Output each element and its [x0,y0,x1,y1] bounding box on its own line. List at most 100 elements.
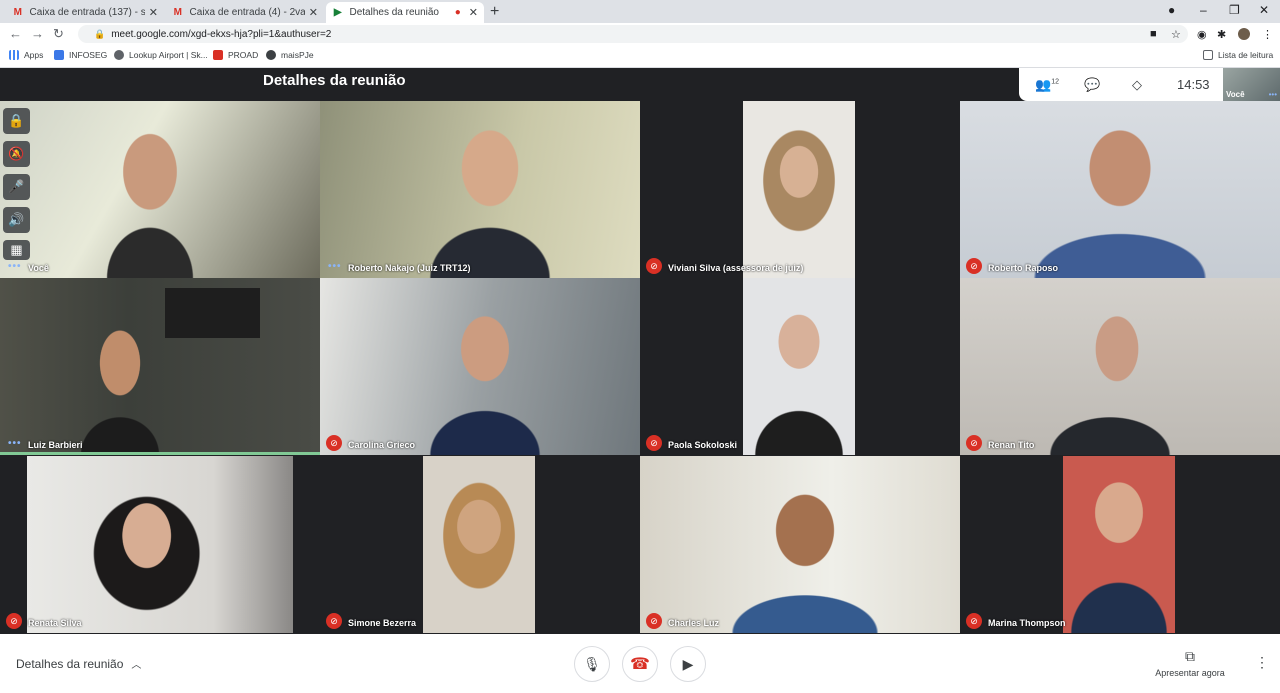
activities-icon[interactable]: ◇ [1132,77,1142,93]
notifications-off-icon[interactable]: 🔕 [3,141,30,167]
participant-count: 12 [1051,78,1059,86]
wall-poster [165,288,260,338]
mic-off-icon: ⊘ [326,613,342,629]
close-icon[interactable]: ✕ [469,6,478,19]
forward-icon[interactable]: → [31,26,44,41]
bookmark-label: INFOSEG [69,50,108,60]
participant-tile[interactable]: ⊘ Marina Thompson [960,456,1280,633]
url-input[interactable]: 🔒 meet.google.com/xgd-ekxs-hja?pli=1&aut… [78,25,1188,43]
present-label: Apresentar agora [1155,668,1225,678]
participant-name: Roberto Nakajo (Juiz TRT12) [348,263,471,273]
meet-top-bar: 👥12 💬 ◇ 14:53 [1019,68,1224,101]
bookmark-star-icon[interactable]: ☆ [1171,28,1181,41]
participant-video [95,101,205,278]
mic-off-icon: ⊘ [646,258,662,274]
reading-list[interactable]: Lista de leitura [1203,50,1273,60]
bookmark-proad[interactable]: PROAD [213,50,258,60]
tab-gmail-1[interactable]: M Caixa de entrada (137) - sandro. ✕ [6,2,164,23]
hangup-button[interactable]: ☎ [622,646,658,682]
participant-tile[interactable]: ⊘ Simone Bezerra [320,456,640,633]
participant-tile[interactable]: ⊘ Charles Luz [640,456,960,633]
bookmark-infoseg[interactable]: INFOSEG [54,50,107,60]
new-tab-icon[interactable]: + [490,3,499,21]
close-icon[interactable]: ✕ [309,6,318,19]
participant-tile[interactable]: ⊘ Carolina Grieco [320,278,640,455]
audio-level-icon: ••• [328,261,342,272]
microphone-button[interactable]: 🎙 [574,646,610,682]
meeting-details-button[interactable]: Detalhes da reunião ︿ [16,656,141,671]
present-now-button[interactable]: ⧉ Apresentar agora [1150,648,1230,678]
chevron-up-icon: ︿ [131,660,142,671]
participant-tile[interactable]: ⊘ Paola Sokoloski [640,278,960,455]
participant-name: Você [28,263,49,273]
bookmarks-bar: Apps INFOSEG Lookup Airport | Sk... PROA… [0,45,1280,68]
participant-tile[interactable]: ⊘ Viviani Silva (assessora de juiz) [640,101,960,278]
participant-name: Marina Thompson [988,618,1066,628]
participant-video [65,278,175,455]
lock-icon: 🔒 [94,28,106,39]
reload-icon[interactable]: ↻ [53,26,64,42]
chat-icon[interactable]: 💬 [1084,77,1100,93]
reading-list-icon [1203,50,1213,60]
participant-name: Renan Tito [988,440,1035,450]
participant-name: Carolina Grieco [348,440,416,450]
participant-tile[interactable]: ⊘ Renata Silva [0,456,320,633]
self-view-thumbnail[interactable]: Você ••• [1223,68,1280,101]
more-options-icon[interactable]: ⋮ [1255,654,1269,671]
participant-name: Charles Luz [668,618,720,628]
mic-off-icon: ⊘ [966,435,982,451]
mic-off-icon: ⊘ [6,613,22,629]
menu-icon[interactable]: ⋮ [1262,28,1273,41]
close-icon[interactable]: ✕ [149,6,158,19]
reading-list-label: Lista de leitura [1218,50,1274,60]
participant-tile[interactable]: ••• Você [0,101,320,278]
bookmark-maispje[interactable]: maisPJe [266,50,314,60]
tab-gmail-2[interactable]: M Caixa de entrada (4) - 2vara_bqe ✕ [166,2,324,23]
close-window-icon[interactable]: ✕ [1259,3,1269,17]
bookmark-label: PROAD [228,50,259,60]
people-button[interactable]: 👥12 [1035,77,1059,93]
bookmark-lookup-airport[interactable]: Lookup Airport | Sk... [114,50,208,60]
bookmark-apps[interactable]: Apps [9,50,43,60]
camera-icon[interactable]: ■ [1150,28,1157,40]
microphone-icon: 🎙 [583,655,601,672]
apps-icon [9,50,19,60]
mic-off-icon: ⊘ [966,258,982,274]
avatar[interactable] [1238,28,1250,40]
participant-name: Renata Silva [28,618,82,628]
participant-tile[interactable]: ⊘ Roberto Raposo [960,101,1280,278]
mic-off-icon: ⊘ [646,613,662,629]
participant-video [720,456,890,633]
lock-icon[interactable]: 🔒 [3,108,30,134]
participant-tile[interactable]: ⊘ Renan Tito [960,278,1280,455]
profile-dropdown-icon[interactable]: ● [1168,3,1175,17]
meet-icon: ▶ [333,7,342,18]
eye-extension-icon[interactable]: ◉ [1197,28,1207,41]
participant-tile[interactable]: ••• Roberto Nakajo (Juiz TRT12) [320,101,640,278]
audio-level-icon: ••• [8,438,22,449]
meet-stage: Detalhes da reunião 👥12 💬 ◇ 14:53 Você •… [0,68,1280,634]
speaker-icon[interactable]: 🔊 [3,207,30,233]
clock: 14:53 [1177,77,1210,92]
tab-title: Caixa de entrada (137) - sandro. [29,7,145,18]
camera-button[interactable]: ▶ [670,646,706,682]
gmail-icon: M [13,7,22,18]
speaking-indicator [0,452,320,455]
self-label: Você [1226,90,1245,99]
back-icon[interactable]: ← [9,26,22,41]
tab-meet[interactable]: ▶ Detalhes da reunião ● ✕ [326,2,484,23]
participant-video [1040,278,1180,455]
restore-icon[interactable]: ❐ [1229,3,1240,17]
audio-level-icon: ••• [1268,90,1277,99]
extensions-icon[interactable]: ✱ [1217,28,1226,41]
minimize-icon[interactable]: – [1200,3,1207,17]
grid-icon[interactable]: ▦ [3,240,30,260]
gmail-icon: M [173,7,182,18]
participant-video [423,456,535,633]
people-icon: 👥 [1035,77,1052,92]
meet-bottom-bar: Detalhes da reunião ︿ 🎙 ☎ ▶ ⧉ Apresentar … [0,634,1280,693]
participant-video [415,278,555,455]
participant-video [27,456,293,633]
microphone-icon[interactable]: 🎤 [3,174,30,200]
participant-tile[interactable]: ••• Luiz Barbieri [0,278,320,455]
